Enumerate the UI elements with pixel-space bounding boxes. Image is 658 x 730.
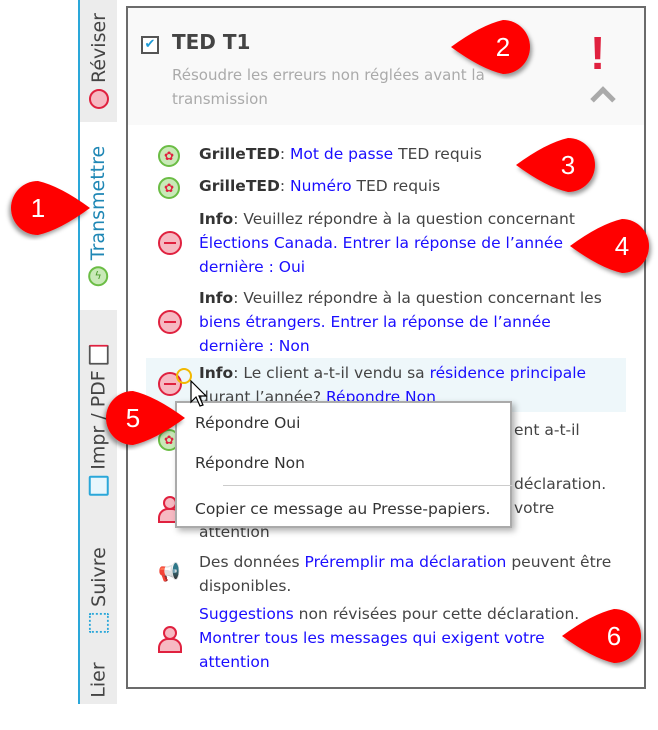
link[interactable]: résidence principale: [430, 364, 586, 382]
panel-subtitle: Résoudre les erreurs non réglées avant l…: [172, 66, 485, 108]
link[interactable]: Mot de passe: [290, 145, 393, 163]
maple-leaf-icon: ✿: [158, 177, 180, 199]
sidebar: Réviser ϟ Transmettre Impr / PDF Suivre L…: [78, 0, 117, 704]
tab-label: Lier: [87, 662, 110, 698]
link[interactable]: biens étrangers. Entrer la réponse de l’…: [199, 313, 551, 355]
collapse-chevron-icon[interactable]: [590, 86, 616, 112]
menu-item-copier[interactable]: Copier ce message au Presse-papiers.: [195, 500, 490, 518]
tab-transmettre[interactable]: ϟ Transmettre: [80, 122, 117, 310]
flowchart-icon: [88, 612, 109, 633]
callout-number: 1: [31, 193, 45, 223]
minus-circle-icon: [158, 310, 182, 334]
alert-icon: !: [590, 27, 606, 79]
minus-circle-icon: [158, 231, 182, 255]
link[interactable]: Suggestions: [199, 605, 294, 623]
tab-reviser[interactable]: Réviser: [80, 0, 117, 122]
tab-label: Impr / PDF: [87, 370, 110, 470]
tab-label: Suivre: [87, 547, 110, 607]
mouse-cursor-icon: [190, 380, 208, 407]
minus-circle-icon: [88, 88, 109, 109]
ted-checkbox[interactable]: ✔: [141, 36, 159, 54]
ted-panel: ✔ TED T1 Résoudre les erreurs non réglée…: [126, 6, 646, 689]
maple-leaf-icon: ✿: [158, 145, 180, 167]
megaphone-icon: 📢: [158, 562, 181, 583]
link[interactable]: Numéro: [290, 177, 352, 195]
panel-header: ✔ TED T1 Résoudre les erreurs non réglée…: [128, 8, 644, 125]
link[interactable]: Préremplir ma déclaration: [305, 553, 507, 571]
lightning-icon: ϟ: [88, 266, 109, 287]
link[interactable]: Élections Canada. Entrer la réponse de l…: [199, 234, 563, 276]
menu-item-repondre-non[interactable]: Répondre Non: [195, 454, 305, 472]
pdf-icon: [88, 344, 109, 365]
context-menu: Répondre Oui Répondre Non Copier ce mess…: [175, 401, 513, 528]
tab-lier[interactable]: Lier: [80, 650, 117, 730]
menu-separator: [223, 485, 513, 486]
menu-item-repondre-oui[interactable]: Répondre Oui: [195, 414, 300, 432]
tab-suivre[interactable]: Suivre: [80, 530, 117, 650]
tab-label: Réviser: [87, 13, 110, 83]
tab-label: Transmettre: [87, 145, 110, 261]
printer-icon: [88, 475, 109, 496]
tab-impr-pdf[interactable]: Impr / PDF: [80, 310, 117, 530]
panel-title: TED T1: [172, 30, 251, 54]
link[interactable]: Montrer tous les messages qui exigent vo…: [199, 629, 545, 671]
person-icon: [158, 626, 182, 653]
